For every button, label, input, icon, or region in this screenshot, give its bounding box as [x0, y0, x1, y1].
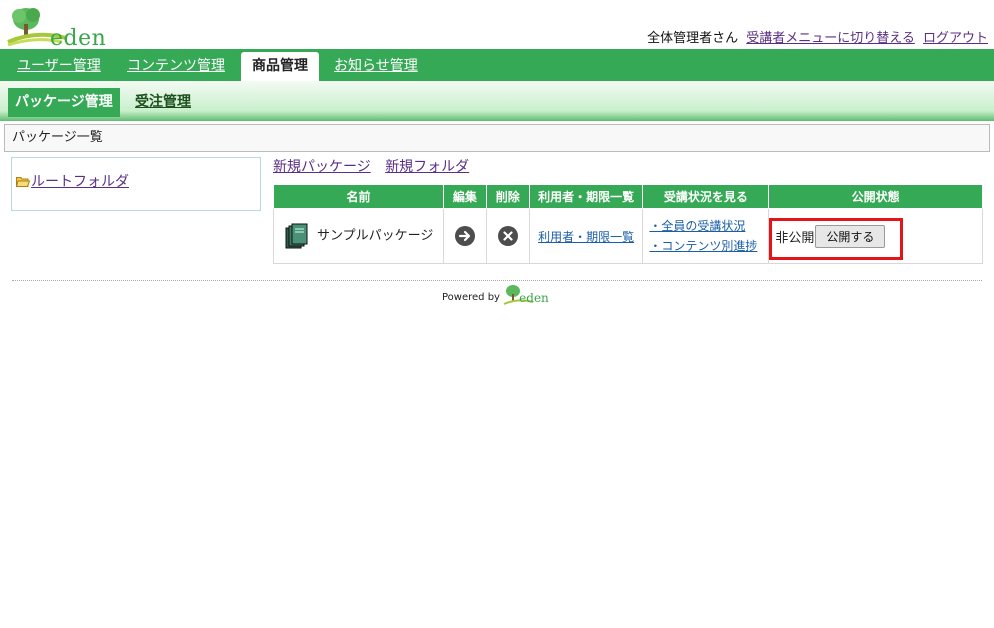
- users-expiry-link[interactable]: 利用者・期限一覧: [538, 230, 634, 244]
- table-row: サンプルパッケージ 利用者・期限一覧 ・全員の受講状況 ・コンテンツ別進捗 非公…: [273, 208, 983, 264]
- column-header-progress: 受講状況を見る: [642, 184, 770, 209]
- tab-content-management[interactable]: コンテンツ管理: [127, 49, 225, 81]
- root-folder-link[interactable]: ルートフォルダ: [31, 174, 129, 190]
- powered-by-text: Powered by: [442, 292, 500, 303]
- package-name-cell: サンプルパッケージ: [273, 208, 444, 264]
- column-header-edit: 編集: [442, 184, 487, 209]
- logout-link[interactable]: ログアウト: [923, 31, 988, 46]
- table-header-row: 名前 編集 削除 利用者・期限一覧 受講状況を見る 公開状態: [273, 184, 983, 209]
- column-header-name: 名前: [273, 184, 444, 209]
- column-header-users: 利用者・期限一覧: [528, 184, 644, 209]
- folder-tree: ルートフォルダ: [11, 157, 261, 211]
- sub-nav: パッケージ管理 受注管理: [0, 81, 994, 121]
- subnav-package-management[interactable]: パッケージ管理: [8, 88, 120, 117]
- delete-cell: [485, 208, 530, 264]
- package-actions: 新規パッケージ 新規フォルダ: [273, 156, 479, 176]
- tab-news-management[interactable]: お知らせ管理: [334, 49, 418, 81]
- new-folder-link[interactable]: 新規フォルダ: [385, 159, 469, 175]
- tab-user-management[interactable]: ユーザー管理: [17, 49, 101, 81]
- eden-logo[interactable]: eden: [6, 4, 106, 51]
- logo-text: eden: [50, 26, 107, 51]
- publish-cell: 非公開 公開する: [768, 208, 983, 264]
- publish-state: 非公開: [775, 230, 815, 246]
- progress-cell: ・全員の受講状況 ・コンテンツ別進捗: [642, 208, 770, 264]
- footer-divider: [12, 280, 982, 281]
- column-header-delete: 削除: [485, 184, 530, 209]
- main-nav: ユーザー管理 コンテンツ管理 商品管理 お知らせ管理: [0, 49, 994, 81]
- all-members-status-link[interactable]: ・全員の受講状況: [649, 216, 768, 236]
- footer-logo-text: eden: [519, 291, 549, 305]
- package-name: サンプルパッケージ: [317, 228, 434, 244]
- folder-open-icon: [16, 177, 30, 187]
- users-cell: 利用者・期限一覧: [528, 208, 644, 264]
- header: eden 全体管理者さん 受講者メニューに切り替える ログアウト: [0, 0, 994, 51]
- switch-to-learner-link[interactable]: 受講者メニューに切り替える: [746, 31, 915, 46]
- user-name: 全体管理者さん: [647, 31, 739, 46]
- edit-arrow-icon[interactable]: [454, 226, 475, 246]
- footer-logo: eden: [503, 284, 551, 306]
- package-table: 名前 編集 削除 利用者・期限一覧 受講状況を見る 公開状態 サンプルパッケージ: [273, 184, 983, 264]
- delete-x-icon[interactable]: [497, 226, 518, 246]
- user-area: 全体管理者さん 受講者メニューに切り替える ログアウト: [647, 27, 988, 46]
- column-header-publish: 公開状態: [768, 184, 983, 209]
- package-book-icon: [285, 223, 308, 249]
- page-title: パッケージ一覧: [4, 124, 990, 152]
- edit-cell: [442, 208, 487, 264]
- powered-by: Powered by eden: [442, 284, 551, 306]
- new-package-link[interactable]: 新規パッケージ: [273, 159, 371, 175]
- publish-button[interactable]: 公開する: [815, 224, 886, 248]
- subnav-order-management[interactable]: 受注管理: [135, 88, 191, 117]
- tab-product-management[interactable]: 商品管理: [241, 52, 319, 81]
- content-progress-link[interactable]: ・コンテンツ別進捗: [649, 236, 768, 256]
